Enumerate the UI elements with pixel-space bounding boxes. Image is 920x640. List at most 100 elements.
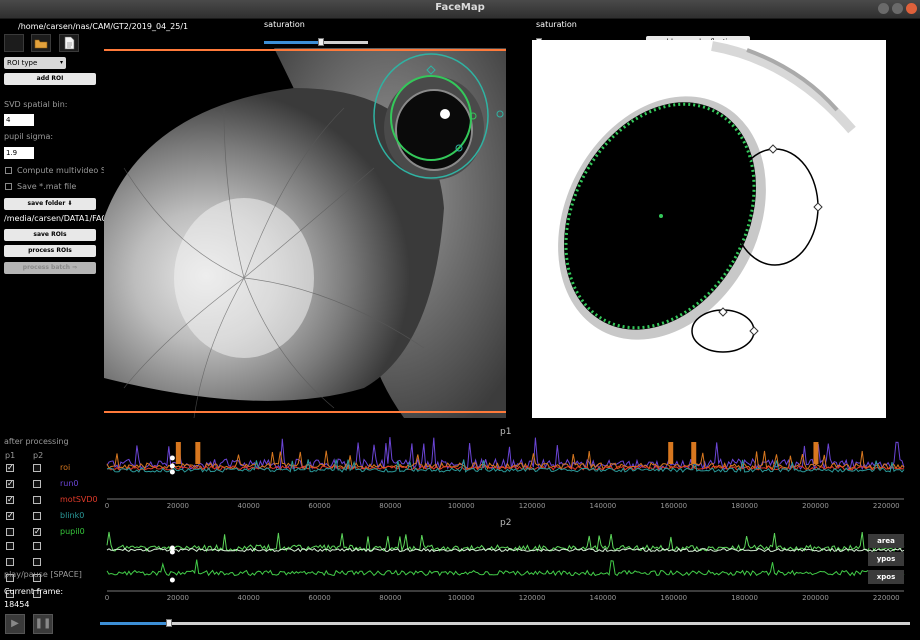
col-p1-header: p1 (5, 451, 16, 460)
x-tick-label: 140000 (590, 594, 617, 602)
frame-slider-handle[interactable] (165, 619, 172, 627)
title-bar: FaceMap (0, 0, 920, 19)
save-mat-label: Save *.mat file (17, 182, 77, 191)
current-frame-label: Current frame: (4, 587, 64, 596)
roi-spike (813, 442, 819, 464)
maximize-icon[interactable] (892, 3, 903, 14)
current-frame-marker (169, 549, 175, 555)
saturation-left-handle[interactable] (318, 38, 325, 46)
series-xpos (106, 559, 905, 577)
save-mat-checkbox[interactable] (5, 183, 12, 190)
minimize-icon[interactable] (878, 3, 889, 14)
multivideo-label: Compute multivideo SVD (17, 166, 118, 175)
chevron-down-icon: ▾ (59, 59, 63, 66)
p1-checkbox-run0[interactable]: ✓ (6, 480, 14, 488)
after-processing-title: after processing (4, 437, 69, 446)
x-tick-label: 80000 (379, 594, 401, 602)
legend-ypos-button[interactable]: ypos (868, 552, 904, 566)
plot-p2-x-axis: 0 20000 40000 60000 80000 100000 120000 140000 1… (105, 590, 904, 602)
save-folder-button[interactable]: save folder ⬇ (4, 198, 96, 210)
pause-icon[interactable]: ❚❚ (33, 614, 53, 634)
x-tick-label: 40000 (238, 594, 260, 602)
plot-p2[interactable] (104, 528, 914, 590)
trace-label-motSVD0: motSVD0 (60, 495, 98, 504)
empty-checkbox[interactable] (6, 542, 14, 550)
current-frame-marker (169, 463, 175, 469)
video-frame[interactable] (104, 48, 506, 418)
x-tick-label: 200000 (802, 502, 829, 510)
plot-p1-x-axis: 0 20000 40000 60000 80000 100000 120000 140000 1… (105, 498, 904, 510)
window-title: FaceMap (435, 2, 485, 13)
x-tick-label: 0 (105, 502, 109, 510)
x-tick-label: 0 (105, 594, 109, 602)
empty-checkbox[interactable] (33, 558, 41, 566)
x-tick-label: 160000 (660, 594, 687, 602)
series-area (106, 531, 905, 553)
pupil-sigma-label: pupil sigma: (4, 132, 54, 141)
roi-spike (175, 442, 181, 464)
x-tick-label: 180000 (731, 594, 758, 602)
p1-checkbox-pupil0[interactable] (6, 528, 14, 536)
save-folder-path: /media/carsen/DATA1/FACES/tes (4, 214, 104, 223)
saturation-label-left: saturation (264, 20, 305, 29)
p1-checkbox-motSVD0[interactable]: ✓ (6, 496, 14, 504)
p2-checkbox-motSVD0[interactable] (33, 496, 41, 504)
x-tick-label: 40000 (238, 502, 260, 510)
trace-label-roi: roi (60, 463, 71, 472)
process-batch-button: process batch ⇒ (4, 262, 96, 274)
trace-label-run0: run0 (60, 479, 79, 488)
legend-area-button[interactable]: area (868, 534, 904, 548)
pupil-sigma-input[interactable]: 1.9 (4, 147, 34, 159)
save-rois-button[interactable]: save ROIs (4, 229, 96, 241)
p1-checkbox-roi[interactable]: ✓ (6, 464, 14, 472)
x-tick-label: 220000 (873, 594, 900, 602)
pupil-zoom-view[interactable] (532, 40, 886, 418)
plot-p2-title: p2 (500, 518, 512, 528)
roi-spike (668, 442, 674, 464)
folder-open-icon[interactable] (31, 34, 51, 52)
x-tick-label: 60000 (308, 502, 330, 510)
p2-checkbox-blink0[interactable] (33, 512, 41, 520)
svd-bin-input[interactable]: 4 (4, 114, 34, 126)
x-tick-label: 120000 (519, 502, 546, 510)
legend-xpos-button[interactable]: xpos (868, 570, 904, 584)
play-pause-label: play/pause [SPACE] (4, 570, 82, 579)
process-rois-button[interactable]: process ROIs (4, 245, 96, 257)
empty-checkbox[interactable] (6, 558, 14, 566)
x-tick-label: 60000 (308, 594, 330, 602)
current-frame-marker (169, 577, 175, 583)
series-run0 (106, 437, 905, 471)
col-p2-header: p2 (33, 451, 44, 460)
x-tick-label: 220000 (873, 502, 900, 510)
current-frame-value: 18454 (4, 600, 30, 609)
empty-checkbox[interactable] (33, 542, 41, 550)
plot-p1[interactable] (104, 436, 914, 498)
current-frame-marker (169, 469, 175, 475)
saturation-label-right: saturation (536, 20, 577, 29)
x-tick-label: 140000 (590, 502, 617, 510)
file-icon[interactable] (59, 34, 79, 52)
trace-label-blink0: blink0 (60, 511, 85, 520)
blank-icon[interactable] (4, 34, 24, 52)
p2-checkbox-pupil0[interactable]: ✓ (33, 528, 41, 536)
add-roi-button[interactable]: add ROI (4, 73, 96, 85)
svd-bin-label: SVD spatial bin: (4, 100, 68, 109)
x-tick-label: 20000 (167, 594, 189, 602)
current-frame-marker (169, 455, 175, 461)
multivideo-checkbox[interactable] (5, 167, 12, 174)
x-tick-label: 180000 (731, 502, 758, 510)
roi-spike (691, 442, 697, 464)
trace-label-pupil0: pupil0 (60, 527, 85, 536)
p2-checkbox-roi[interactable] (33, 464, 41, 472)
roi-type-select[interactable]: ROI type ▾ (4, 57, 66, 69)
x-tick-label: 200000 (802, 594, 829, 602)
x-tick-label: 80000 (379, 502, 401, 510)
p1-checkbox-blink0[interactable]: ✓ (6, 512, 14, 520)
close-icon[interactable] (906, 3, 917, 14)
play-icon[interactable]: ▶ (5, 614, 25, 634)
p2-checkbox-run0[interactable] (33, 480, 41, 488)
x-tick-label: 100000 (448, 502, 475, 510)
frame-slider[interactable] (100, 619, 910, 627)
folder-path: /home/carsen/nas/CAM/GT2/2019_04_25/1 (18, 22, 189, 31)
saturation-slider-left[interactable] (264, 38, 368, 46)
